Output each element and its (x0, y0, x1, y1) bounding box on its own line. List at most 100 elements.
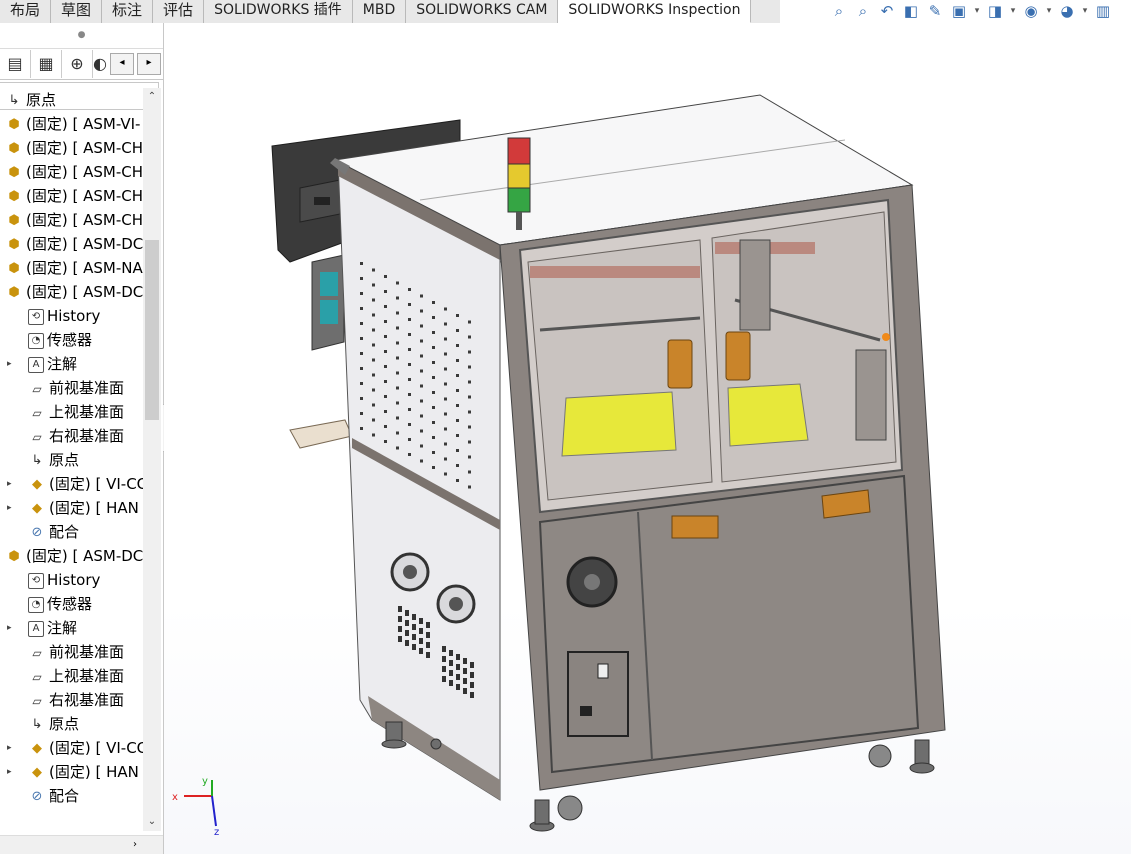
vent-slot (398, 626, 402, 632)
vent-dot (384, 425, 387, 428)
vent-dot (360, 382, 363, 385)
vent-dot (456, 464, 459, 467)
vent-dot (420, 309, 423, 313)
vent-dot (396, 356, 399, 360)
vent-dot (432, 331, 435, 334)
triad-y-label: y (202, 776, 208, 787)
vent-dot (468, 380, 471, 384)
vent-dot (408, 288, 411, 291)
vent-dot (456, 434, 459, 437)
vent-dot (468, 425, 471, 429)
vent-dot (456, 404, 459, 407)
vent-dot (444, 367, 447, 371)
vent-dot (444, 412, 447, 416)
vent-slot (412, 634, 416, 640)
vent-dot (420, 459, 423, 463)
vent-dot (372, 388, 375, 392)
vent-dot (396, 341, 399, 345)
vent-dot (396, 296, 399, 300)
vent-slot (442, 666, 446, 672)
vent-slot (470, 662, 474, 668)
vent-dot (372, 373, 375, 377)
vent-dot (468, 455, 471, 459)
vent-dot (384, 290, 387, 293)
vent-dot (396, 431, 399, 435)
vent-slot (442, 676, 446, 682)
vent-dot (360, 277, 363, 280)
vent-dot (444, 457, 447, 461)
vent-dot (420, 399, 423, 403)
vent-dot (384, 320, 387, 323)
vent-dot (372, 268, 375, 272)
vent-slot (405, 610, 409, 616)
vent-slot (442, 656, 446, 662)
vent-dot (360, 367, 363, 370)
vent-dot (456, 344, 459, 347)
vent-dot (456, 449, 459, 452)
vent-dot (372, 403, 375, 407)
vent-dot (384, 305, 387, 308)
vent-dot (432, 451, 435, 454)
vent-dot (444, 352, 447, 356)
vent-dot (432, 421, 435, 424)
vent-dot (420, 369, 423, 373)
vent-slot (412, 614, 416, 620)
vent-slot (398, 606, 402, 612)
vent-dot (420, 429, 423, 433)
yellow-stage-left (561, 391, 677, 457)
vent-dot (408, 438, 411, 441)
vent-dot (456, 389, 459, 392)
vent-slot (456, 654, 460, 660)
vent-slot (412, 644, 416, 650)
vent-dot (444, 427, 447, 431)
vent-slot (470, 672, 474, 678)
vent-dot (372, 433, 375, 437)
vent-slot (456, 664, 460, 670)
vent-dot (360, 427, 363, 430)
vent-dot (408, 303, 411, 306)
vent-dot (420, 294, 423, 298)
vent-slot (442, 646, 446, 652)
vent-dot (408, 393, 411, 396)
vent-dot (444, 322, 447, 326)
vent-dot (468, 350, 471, 354)
vent-dot (468, 485, 471, 489)
vent-dot (396, 446, 399, 450)
vent-dot (360, 337, 363, 340)
vent-dot (456, 374, 459, 377)
vent-dot (408, 363, 411, 366)
vent-dot (432, 436, 435, 439)
vent-dot (384, 365, 387, 368)
vent-dot (456, 419, 459, 422)
vent-dot (372, 343, 375, 347)
vent-dot (420, 444, 423, 448)
vent-dot (384, 335, 387, 338)
vent-slot (470, 682, 474, 688)
vent-dot (360, 262, 363, 265)
vent-dot (468, 410, 471, 414)
vent-dot (384, 275, 387, 278)
yellow-stage-right (727, 383, 809, 447)
vent-dot (456, 479, 459, 482)
vent-slot (463, 678, 467, 684)
vent-slot (419, 648, 423, 654)
vent-dot (396, 401, 399, 405)
vent-dot (432, 466, 435, 469)
vent-dot (372, 298, 375, 302)
vent-dot (456, 314, 459, 317)
vent-dot (360, 307, 363, 310)
vent-dot (444, 442, 447, 446)
cabinet-front (499, 184, 946, 791)
machine-model[interactable] (0, 0, 1131, 854)
vent-dot (372, 313, 375, 317)
vent-dot (420, 339, 423, 343)
vent-dot (456, 359, 459, 362)
vent-slot (449, 680, 453, 686)
vent-dot (468, 335, 471, 339)
view-triad: x y z (172, 776, 219, 836)
vent-slot (405, 630, 409, 636)
vent-slot (426, 652, 430, 658)
vent-dot (468, 395, 471, 399)
vent-slot (456, 684, 460, 690)
cabinet-left-side (337, 159, 501, 801)
